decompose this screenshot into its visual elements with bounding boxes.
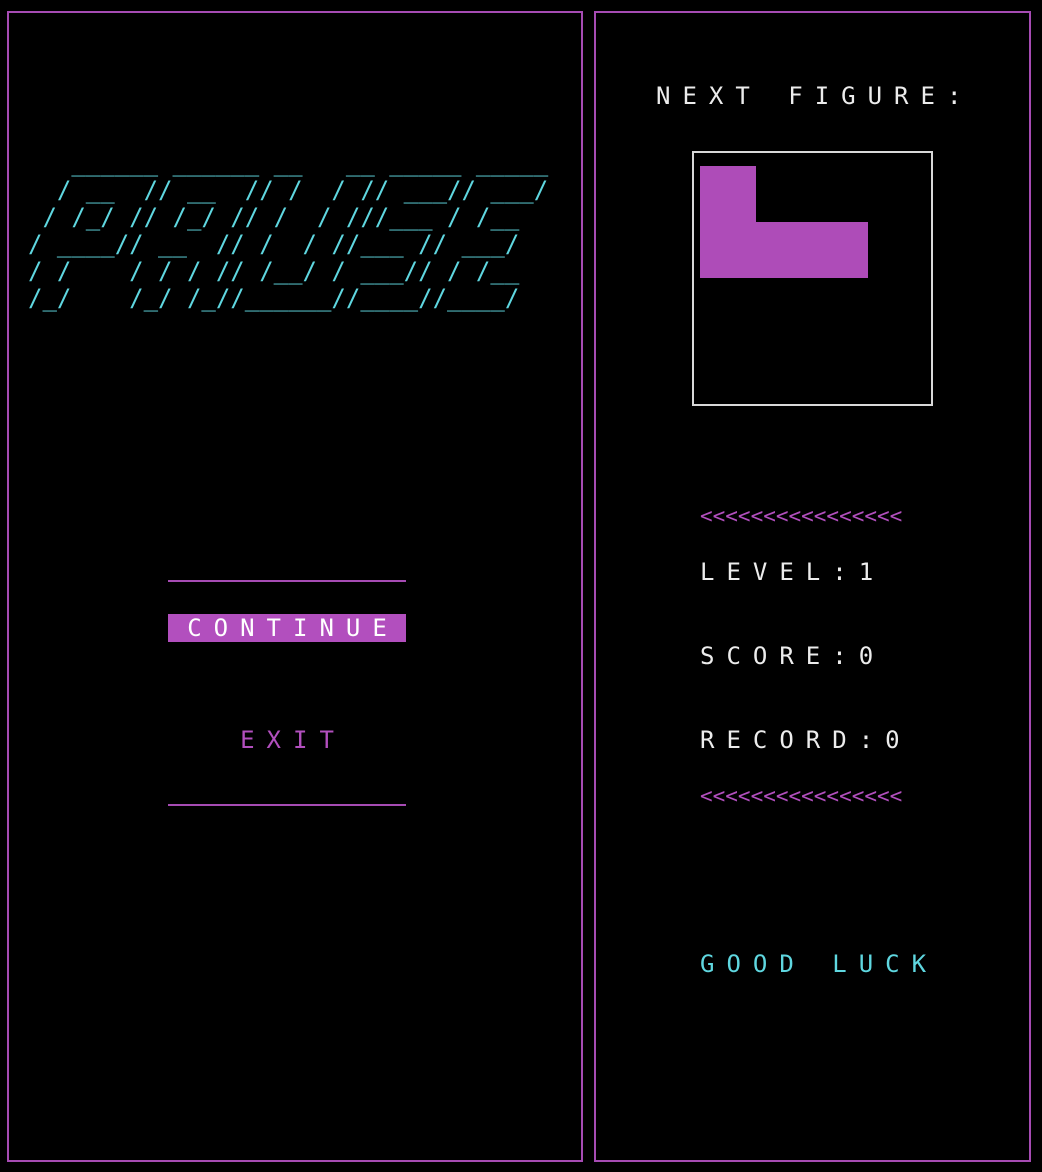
figure-block bbox=[756, 222, 812, 278]
menu-divider-top bbox=[168, 580, 406, 582]
record-readout: RECORD:0 bbox=[700, 726, 912, 754]
score-readout: SCORE:0 bbox=[700, 642, 886, 670]
stats-divider-bottom: <<<<<<<<<<<<<<<< bbox=[700, 784, 903, 808]
figure-block bbox=[812, 222, 868, 278]
next-figure-preview bbox=[692, 151, 933, 406]
next-figure-title: NEXT FIGURE: bbox=[656, 82, 974, 110]
figure-block bbox=[700, 166, 756, 222]
stats-divider-top: <<<<<<<<<<<<<<<< bbox=[700, 504, 903, 528]
level-readout: LEVEL:1 bbox=[700, 558, 886, 586]
figure-block bbox=[700, 222, 756, 278]
exit-button[interactable]: EXIT bbox=[168, 726, 406, 754]
good-luck-message: GOOD LUCK bbox=[700, 950, 939, 978]
pause-banner: ______ ______ __ __ _____ _____ / __ // … bbox=[28, 149, 549, 312]
menu-divider-bottom bbox=[168, 804, 406, 806]
continue-button[interactable]: CONTINUE bbox=[168, 614, 406, 642]
